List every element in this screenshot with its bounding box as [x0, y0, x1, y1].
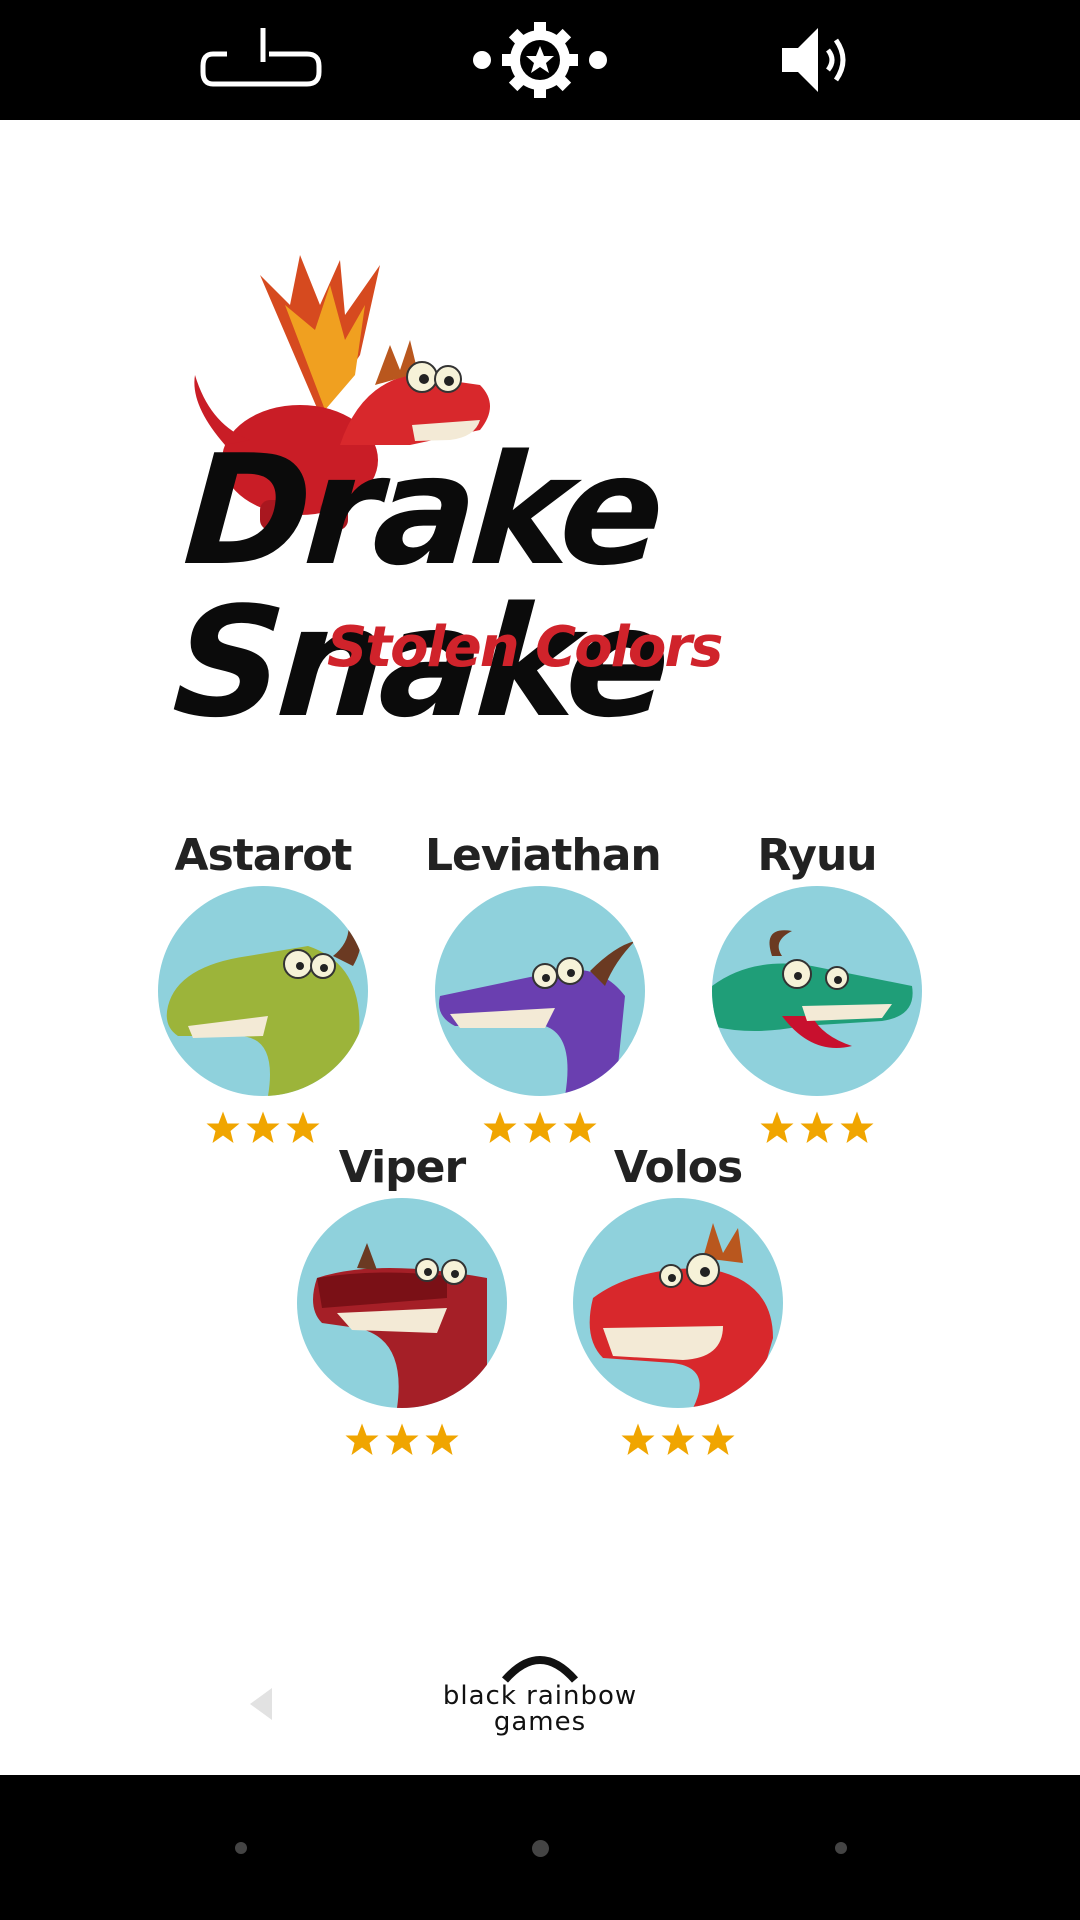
character-portrait[interactable] [573, 1198, 783, 1408]
star-icon [206, 1111, 240, 1143]
speaker-sound-icon [782, 28, 846, 92]
character-name: Viper [338, 1142, 466, 1193]
studio-logo: black rainbow games [425, 1648, 655, 1740]
star-icon [800, 1111, 834, 1143]
star-icon [246, 1111, 280, 1143]
character-name: Volos [613, 1142, 743, 1193]
star-icon [385, 1423, 419, 1455]
character-card-volos[interactable]: Volos [563, 1138, 793, 1462]
character-portrait[interactable] [158, 886, 368, 1096]
character-name: Astarot [174, 830, 353, 881]
character-name: Leviathan [425, 830, 662, 881]
studio-name: black rainbow [442, 1681, 638, 1711]
achievements-button[interactable] [470, 14, 610, 106]
character-portrait[interactable] [435, 886, 645, 1096]
game-title: Drake Snake [168, 422, 670, 751]
star-icon [345, 1423, 379, 1455]
star-rating [563, 1422, 793, 1462]
star-icon [661, 1423, 695, 1455]
character-name: Ryuu [757, 830, 877, 881]
character-card-astarot[interactable]: Astarot [148, 826, 378, 1150]
star-icon [840, 1111, 874, 1143]
game-logo: Drake Snake Stolen Colors [150, 245, 930, 751]
character-portrait[interactable] [297, 1198, 507, 1408]
star-gear-icon [473, 22, 607, 98]
power-exit-icon [200, 28, 322, 87]
star-icon [621, 1423, 655, 1455]
top-bar [0, 0, 1080, 120]
character-card-ryuu[interactable]: Ryuu [702, 826, 932, 1150]
back-button[interactable] [246, 1684, 276, 1724]
star-rating [287, 1422, 517, 1462]
character-portrait[interactable] [712, 886, 922, 1096]
sound-button[interactable] [748, 14, 888, 106]
star-icon [425, 1423, 459, 1455]
character-card-leviathan[interactable]: Leviathan [425, 826, 662, 1150]
system-nav-bar [0, 1775, 1080, 1920]
star-icon [523, 1111, 557, 1143]
nav-back-button[interactable] [235, 1842, 247, 1854]
game-subtitle: Stolen Colors [327, 615, 723, 680]
studio-name-line2: games [493, 1707, 587, 1737]
star-icon [701, 1423, 735, 1455]
nav-recents-button[interactable] [835, 1842, 847, 1854]
character-card-viper[interactable]: Viper [287, 1138, 517, 1462]
back-arrow-icon [250, 1688, 272, 1720]
nav-home-button[interactable] [532, 1840, 549, 1857]
exit-button[interactable] [193, 14, 333, 106]
